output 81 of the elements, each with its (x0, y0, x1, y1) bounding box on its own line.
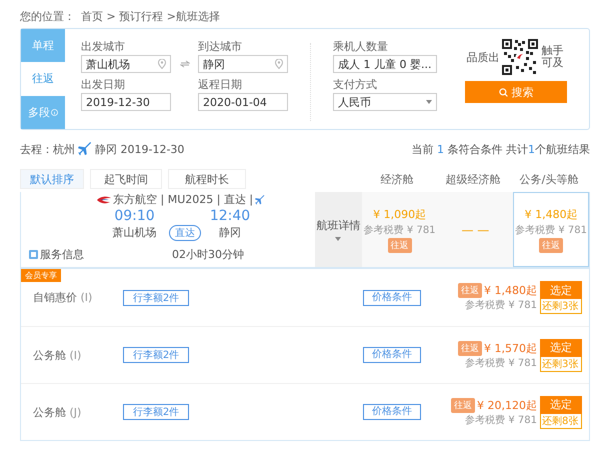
route-destination: 静冈 2019-12-30 (95, 142, 184, 156)
baggage-tag: 行李额2件 (123, 290, 189, 306)
airline-logo-icon (97, 196, 111, 204)
seats-left: 还剩8张 (540, 414, 582, 428)
member-tag: 会员专享 (21, 269, 61, 282)
flight-duration: 02小时30分钟 (172, 246, 245, 262)
fare-price: ¥ 20,120起 (477, 398, 537, 412)
tax-note: 参考税费 ¥ 781 (465, 414, 537, 426)
fare-name: 公务舱 (J) (33, 404, 82, 420)
fare-name: 公务舱 (I) (33, 348, 82, 362)
departure-airport: 萧山机场 (112, 225, 158, 240)
info-icon (51, 108, 58, 116)
sort-tab[interactable]: 起飞时间 (90, 169, 162, 189)
departure-time: 09:10 (113, 208, 156, 224)
select-button[interactable]: 选定 (540, 338, 582, 356)
price-conditions-link[interactable]: 价格条件 (363, 404, 421, 420)
location-pin-icon (275, 59, 283, 69)
breadcrumb-label: 您的位置： (20, 8, 75, 24)
trip-type-tab[interactable]: 单程 (21, 29, 65, 62)
qr-code-icon (502, 39, 538, 75)
arrival-time: 12:40 (208, 208, 252, 224)
fare-cell[interactable]: ¥ 1,090起 参考税费 ¥ 781 往返 (362, 192, 438, 267)
airplane-icon (255, 194, 266, 204)
fare-price: ¥ 1,090起 (373, 206, 426, 222)
select-button[interactable]: 选定 (540, 281, 582, 299)
round-trip-tag: 往返 (458, 340, 482, 356)
select-field[interactable]: 人民币 (333, 93, 437, 111)
swap-icon (180, 60, 190, 68)
location-pin-icon (158, 59, 166, 69)
search-icon (498, 88, 508, 96)
fare-name: 自销惠价 (I) (33, 290, 94, 305)
airline-info: 东方航空 | MU2025 | 直达 | (97, 192, 315, 207)
select-button[interactable]: 选定 (540, 396, 582, 414)
sort-tab[interactable]: 默认排序 (20, 169, 84, 189)
field-label: 到达城市 (198, 39, 243, 54)
route-label: 去程：杭州 (20, 142, 75, 156)
nonstop-pill: 直达 (169, 224, 201, 240)
promo-text: 品质出 (466, 50, 500, 64)
tax-note: 参考税费 ¥ 781 (465, 298, 537, 312)
price-conditions-link[interactable]: 价格条件 (363, 347, 421, 363)
select-field[interactable]: 成人 1 儿童 0 婴... (333, 55, 437, 73)
breadcrumb-path: 首页 > 预订行程 >航班选择 (81, 8, 220, 24)
flight-details-toggle[interactable]: 航班详情 (314, 192, 362, 267)
search-button[interactable]: 搜索 (465, 81, 567, 103)
round-trip-tag: 往返 (458, 283, 482, 298)
input-field[interactable]: 静冈 (198, 55, 288, 73)
field-label: 返程日期 (198, 77, 243, 92)
square-icon (29, 250, 38, 258)
field-label: 乘机人数量 (333, 39, 389, 54)
fare-price: ¥ 1,570起 (484, 340, 537, 356)
service-info-link[interactable]: 服务信息 (21, 246, 172, 262)
arrival-airport: 静冈 (218, 225, 242, 240)
fare-cell[interactable]: ¥ 1,480起 参考税费 ¥ 781 往返 (513, 192, 589, 267)
no-fare-dash: — — (461, 222, 490, 236)
seats-left: 还剩3张 (540, 356, 582, 372)
input-field[interactable]: 2019-12-30 (81, 93, 171, 111)
round-trip-tag: 往返 (451, 398, 476, 412)
baggage-tag: 行李额2件 (123, 404, 189, 420)
round-trip-tag: 往返 (388, 238, 412, 252)
fare-price: ¥ 1,480起 (484, 283, 537, 298)
input-field[interactable]: 萧山机场 (81, 55, 171, 73)
cabin-header: 超级经济舱 (444, 172, 502, 186)
trip-type-tab[interactable]: 多段 (21, 96, 65, 129)
seats-left: 还剩3张 (540, 299, 582, 314)
result-summary: 当前 1 条符合条件 共计1个航班结果 (412, 142, 590, 156)
sort-tab[interactable]: 航程时长 (168, 169, 246, 189)
baggage-tag: 行李额2件 (123, 347, 189, 363)
field-label: 出发日期 (81, 77, 126, 92)
airplane-icon (78, 142, 92, 156)
input-field[interactable]: 2020-01-04 (198, 93, 288, 111)
field-label: 出发城市 (81, 39, 126, 54)
promo-text: 触手可及 (540, 45, 564, 69)
price-conditions-link[interactable]: 价格条件 (363, 290, 421, 306)
cabin-header: 经济舱 (380, 172, 414, 186)
tax-note: 参考税费 ¥ 781 (465, 356, 537, 370)
field-label: 支付方式 (333, 77, 378, 92)
tax-note: 参考税费 ¥ 781 (515, 224, 588, 236)
round-trip-tag: 往返 (539, 238, 564, 252)
tax-note: 参考税费 ¥ 781 (364, 224, 436, 236)
cabin-header: 公务/头等舱 (518, 172, 580, 186)
fare-price: ¥ 1,480起 (524, 206, 578, 222)
